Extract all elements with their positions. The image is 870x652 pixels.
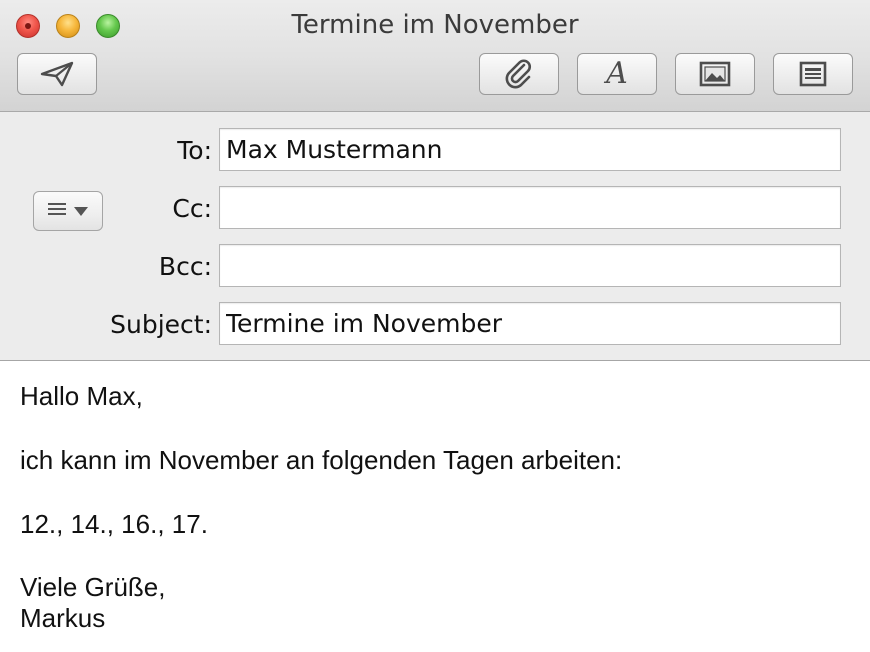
title-bar: Termine im November A bbox=[0, 0, 870, 112]
header-fields-menu-button[interactable] bbox=[33, 191, 103, 231]
cc-label: Cc: bbox=[172, 194, 212, 223]
body-dates: 12., 14., 16., 17. bbox=[20, 509, 208, 539]
bcc-label: Bcc: bbox=[158, 252, 212, 281]
to-label: To: bbox=[177, 136, 212, 165]
paper-plane-icon bbox=[40, 61, 74, 87]
to-field[interactable] bbox=[219, 128, 841, 171]
send-button[interactable] bbox=[17, 53, 97, 95]
subject-label: Subject: bbox=[110, 310, 212, 339]
attach-button[interactable] bbox=[479, 53, 559, 95]
bcc-field[interactable] bbox=[219, 244, 841, 287]
subject-field[interactable] bbox=[219, 302, 841, 345]
window-title: Termine im November bbox=[291, 10, 579, 40]
body-line-availability: ich kann im November an folgenden Tagen … bbox=[20, 445, 623, 475]
message-body[interactable]: Hallo Max, ich kann im November an folge… bbox=[0, 361, 870, 652]
body-greeting: Hallo Max, bbox=[20, 381, 143, 411]
photo-browser-icon bbox=[699, 61, 731, 87]
chevron-down-icon bbox=[74, 206, 88, 216]
compose-window: Termine im November A To: Max Mustermann… bbox=[0, 0, 870, 652]
font-icon: A bbox=[606, 56, 628, 91]
body-closing: Viele Grüße, bbox=[20, 572, 166, 602]
stationery-button[interactable] bbox=[773, 53, 853, 95]
fonts-button[interactable]: A bbox=[577, 53, 657, 95]
photo-browser-button[interactable] bbox=[675, 53, 755, 95]
body-signature: Markus bbox=[20, 603, 106, 633]
stationery-icon bbox=[799, 61, 827, 87]
paperclip-icon bbox=[504, 59, 534, 89]
list-icon bbox=[48, 202, 66, 221]
cc-field[interactable] bbox=[219, 186, 841, 229]
message-header: To: Cc: Bcc: Subject: bbox=[0, 112, 870, 361]
